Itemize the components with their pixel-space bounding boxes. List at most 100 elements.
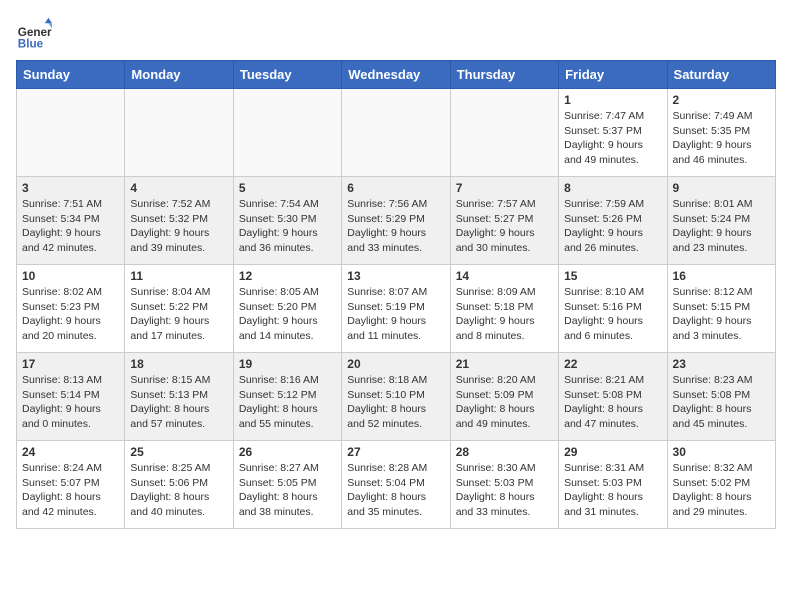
day-info: Sunrise: 7:49 AMSunset: 5:35 PMDaylight:… [673,109,770,168]
day-info: Sunrise: 8:28 AMSunset: 5:04 PMDaylight:… [347,461,444,520]
day-number: 23 [673,357,770,371]
day-number: 13 [347,269,444,283]
calendar-day-5: 5 Sunrise: 7:54 AMSunset: 5:30 PMDaylight… [233,177,341,265]
day-info: Sunrise: 8:09 AMSunset: 5:18 PMDaylight:… [456,285,553,344]
day-info: Sunrise: 8:25 AMSunset: 5:06 PMDaylight:… [130,461,227,520]
day-number: 5 [239,181,336,195]
weekday-header-tuesday: Tuesday [233,61,341,89]
day-info: Sunrise: 8:24 AMSunset: 5:07 PMDaylight:… [22,461,119,520]
day-number: 26 [239,445,336,459]
day-number: 8 [564,181,661,195]
calendar-day-6: 6 Sunrise: 7:56 AMSunset: 5:29 PMDaylight… [342,177,450,265]
day-number: 19 [239,357,336,371]
calendar-day-1: 1 Sunrise: 7:47 AMSunset: 5:37 PMDaylight… [559,89,667,177]
day-number: 20 [347,357,444,371]
calendar-day-11: 11 Sunrise: 8:04 AMSunset: 5:22 PMDayligh… [125,265,233,353]
calendar-day-22: 22 Sunrise: 8:21 AMSunset: 5:08 PMDayligh… [559,353,667,441]
calendar-day-26: 26 Sunrise: 8:27 AMSunset: 5:05 PMDayligh… [233,441,341,529]
day-number: 21 [456,357,553,371]
day-number: 4 [130,181,227,195]
calendar-empty-cell [233,89,341,177]
day-number: 17 [22,357,119,371]
svg-text:Blue: Blue [18,38,44,51]
day-info: Sunrise: 7:52 AMSunset: 5:32 PMDaylight:… [130,197,227,256]
day-number: 27 [347,445,444,459]
day-info: Sunrise: 8:01 AMSunset: 5:24 PMDaylight:… [673,197,770,256]
day-info: Sunrise: 8:05 AMSunset: 5:20 PMDaylight:… [239,285,336,344]
calendar-week-row: 1 Sunrise: 7:47 AMSunset: 5:37 PMDaylight… [17,89,776,177]
calendar-day-27: 27 Sunrise: 8:28 AMSunset: 5:04 PMDayligh… [342,441,450,529]
day-number: 14 [456,269,553,283]
calendar-week-row: 24 Sunrise: 8:24 AMSunset: 5:07 PMDayligh… [17,441,776,529]
calendar-day-29: 29Sunrise: 8:31 AMSunset: 5:03 PMDayligh… [559,441,667,529]
calendar-day-24: 24 Sunrise: 8:24 AMSunset: 5:07 PMDayligh… [17,441,125,529]
weekday-header-wednesday: Wednesday [342,61,450,89]
weekday-header-thursday: Thursday [450,61,558,89]
day-info: Sunrise: 8:04 AMSunset: 5:22 PMDaylight:… [130,285,227,344]
day-number: 2 [673,93,770,107]
calendar-day-2: 2 Sunrise: 7:49 AMSunset: 5:35 PMDaylight… [667,89,775,177]
day-info: Sunrise: 7:47 AMSunset: 5:37 PMDaylight:… [564,109,661,168]
day-info: Sunrise: 8:21 AMSunset: 5:08 PMDaylight:… [564,373,661,432]
day-number: 10 [22,269,119,283]
day-number: 22 [564,357,661,371]
day-number: 16 [673,269,770,283]
day-info: Sunrise: 7:56 AMSunset: 5:29 PMDaylight:… [347,197,444,256]
logo: General Blue [16,16,52,52]
calendar-day-25: 25Sunrise: 8:25 AMSunset: 5:06 PMDayligh… [125,441,233,529]
day-number: 24 [22,445,119,459]
day-info: Sunrise: 8:07 AMSunset: 5:19 PMDaylight:… [347,285,444,344]
day-number: 29 [564,445,661,459]
day-number: 30 [673,445,770,459]
calendar-empty-cell [342,89,450,177]
day-info: Sunrise: 8:18 AMSunset: 5:10 PMDaylight:… [347,373,444,432]
day-number: 6 [347,181,444,195]
day-info: Sunrise: 8:12 AMSunset: 5:15 PMDaylight:… [673,285,770,344]
page-header: General Blue [16,16,776,52]
calendar-day-17: 17 Sunrise: 8:13 AMSunset: 5:14 PMDayligh… [17,353,125,441]
calendar-day-19: 19Sunrise: 8:16 AMSunset: 5:12 PMDayligh… [233,353,341,441]
calendar-day-3: 3 Sunrise: 7:51 AMSunset: 5:34 PMDaylight… [17,177,125,265]
calendar-day-20: 20 Sunrise: 8:18 AMSunset: 5:10 PMDayligh… [342,353,450,441]
day-info: Sunrise: 8:23 AMSunset: 5:08 PMDaylight:… [673,373,770,432]
calendar-empty-cell [17,89,125,177]
day-number: 18 [130,357,227,371]
weekday-header-friday: Friday [559,61,667,89]
weekday-header-sunday: Sunday [17,61,125,89]
day-info: Sunrise: 8:20 AMSunset: 5:09 PMDaylight:… [456,373,553,432]
calendar-day-8: 8 Sunrise: 7:59 AMSunset: 5:26 PMDaylight… [559,177,667,265]
day-info: Sunrise: 7:54 AMSunset: 5:30 PMDaylight:… [239,197,336,256]
calendar-day-10: 10 Sunrise: 8:02 AMSunset: 5:23 PMDayligh… [17,265,125,353]
calendar-day-30: 30Sunrise: 8:32 AMSunset: 5:02 PMDayligh… [667,441,775,529]
weekday-header-monday: Monday [125,61,233,89]
weekday-header-saturday: Saturday [667,61,775,89]
day-info: Sunrise: 8:27 AMSunset: 5:05 PMDaylight:… [239,461,336,520]
day-number: 3 [22,181,119,195]
logo-icon: General Blue [16,16,52,52]
day-number: 1 [564,93,661,107]
calendar-day-15: 15Sunrise: 8:10 AMSunset: 5:16 PMDayligh… [559,265,667,353]
day-info: Sunrise: 7:59 AMSunset: 5:26 PMDaylight:… [564,197,661,256]
calendar-week-row: 3 Sunrise: 7:51 AMSunset: 5:34 PMDaylight… [17,177,776,265]
calendar-day-4: 4 Sunrise: 7:52 AMSunset: 5:32 PMDaylight… [125,177,233,265]
calendar-empty-cell [125,89,233,177]
day-info: Sunrise: 8:15 AMSunset: 5:13 PMDaylight:… [130,373,227,432]
weekday-header-row: SundayMondayTuesdayWednesdayThursdayFrid… [17,61,776,89]
day-number: 12 [239,269,336,283]
day-info: Sunrise: 7:51 AMSunset: 5:34 PMDaylight:… [22,197,119,256]
calendar-day-14: 14 Sunrise: 8:09 AMSunset: 5:18 PMDayligh… [450,265,558,353]
day-number: 11 [130,269,227,283]
day-info: Sunrise: 8:02 AMSunset: 5:23 PMDaylight:… [22,285,119,344]
day-number: 9 [673,181,770,195]
day-number: 7 [456,181,553,195]
day-info: Sunrise: 8:13 AMSunset: 5:14 PMDaylight:… [22,373,119,432]
calendar-week-row: 10 Sunrise: 8:02 AMSunset: 5:23 PMDayligh… [17,265,776,353]
calendar-week-row: 17 Sunrise: 8:13 AMSunset: 5:14 PMDayligh… [17,353,776,441]
day-info: Sunrise: 8:30 AMSunset: 5:03 PMDaylight:… [456,461,553,520]
calendar-day-21: 21 Sunrise: 8:20 AMSunset: 5:09 PMDayligh… [450,353,558,441]
day-info: Sunrise: 8:10 AMSunset: 5:16 PMDaylight:… [564,285,661,344]
calendar-day-18: 18 Sunrise: 8:15 AMSunset: 5:13 PMDayligh… [125,353,233,441]
day-number: 28 [456,445,553,459]
calendar-day-16: 16 Sunrise: 8:12 AMSunset: 5:15 PMDayligh… [667,265,775,353]
calendar-empty-cell [450,89,558,177]
